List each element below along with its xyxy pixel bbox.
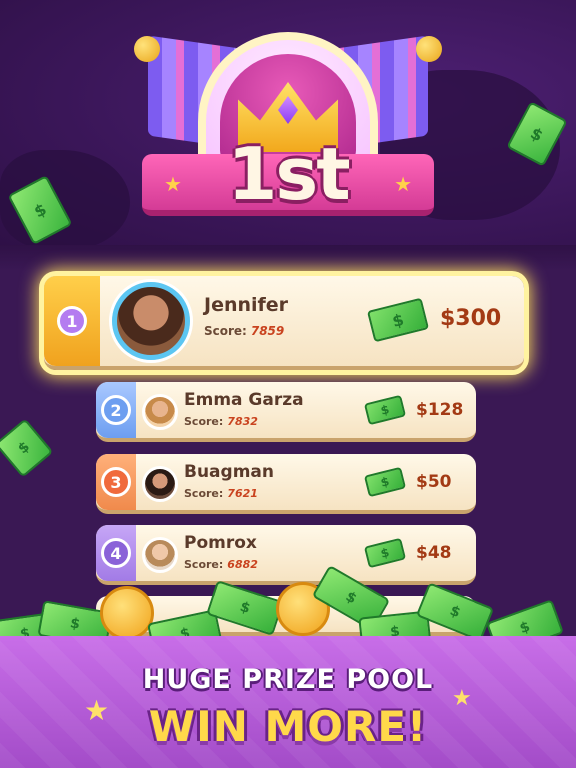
player-name: Pomrox — [184, 533, 257, 553]
leaderboard-row-4[interactable]: 4 Pomrox Score: 6882 $ $48 — [96, 525, 476, 585]
promo-headline: HUGE PRIZE POOL — [142, 664, 434, 695]
player-score: Score: 7859 — [204, 324, 285, 338]
promo-cta: WIN MORE! — [148, 702, 428, 751]
medal-icon: 2 — [101, 395, 131, 425]
avatar — [142, 537, 178, 573]
player-score: Score: 6882 — [184, 558, 258, 571]
rank-banner: ★ ★ 1st — [128, 24, 448, 224]
rank-tab: 2 — [96, 382, 136, 438]
player-score: Score: 7832 — [184, 415, 258, 428]
player-name: Buagman — [184, 462, 274, 482]
rank-tab: 3 — [96, 454, 136, 510]
avatar — [142, 466, 178, 502]
coin-icon — [100, 586, 154, 640]
player-score: Score: 7621 — [184, 487, 258, 500]
leaderboard-row-1[interactable]: 1 Jennifer Score: 7859 $ $300 — [44, 276, 524, 370]
banner-knob — [134, 36, 160, 62]
avatar — [112, 282, 190, 360]
prize-amount: $48 — [416, 543, 452, 563]
cash-icon: $ — [363, 394, 407, 426]
prize-amount: $50 — [416, 472, 452, 492]
cash-icon: $ — [363, 537, 407, 569]
medal-icon: 4 — [101, 538, 131, 568]
player-name: Emma Garza — [184, 390, 304, 410]
prize-amount: $300 — [440, 306, 502, 331]
banner-knob — [416, 36, 442, 62]
medal-icon: 1 — [57, 306, 87, 336]
player-name: Jennifer — [204, 294, 289, 316]
avatar — [142, 394, 178, 430]
leaderboard-row-3[interactable]: 3 Buagman Score: 7621 $ $50 — [96, 454, 476, 514]
leaderboard-row-2[interactable]: 2 Emma Garza Score: 7832 $ $128 — [96, 382, 476, 442]
rank-tab: 1 — [44, 276, 100, 366]
cash-icon: $ — [363, 466, 407, 498]
prize-amount: $128 — [416, 400, 464, 420]
divider-band — [0, 245, 576, 271]
rank-tab: 4 — [96, 525, 136, 581]
cash-icon: $ — [366, 297, 430, 343]
rank-title: 1st — [227, 132, 350, 216]
medal-icon: 3 — [101, 467, 131, 497]
